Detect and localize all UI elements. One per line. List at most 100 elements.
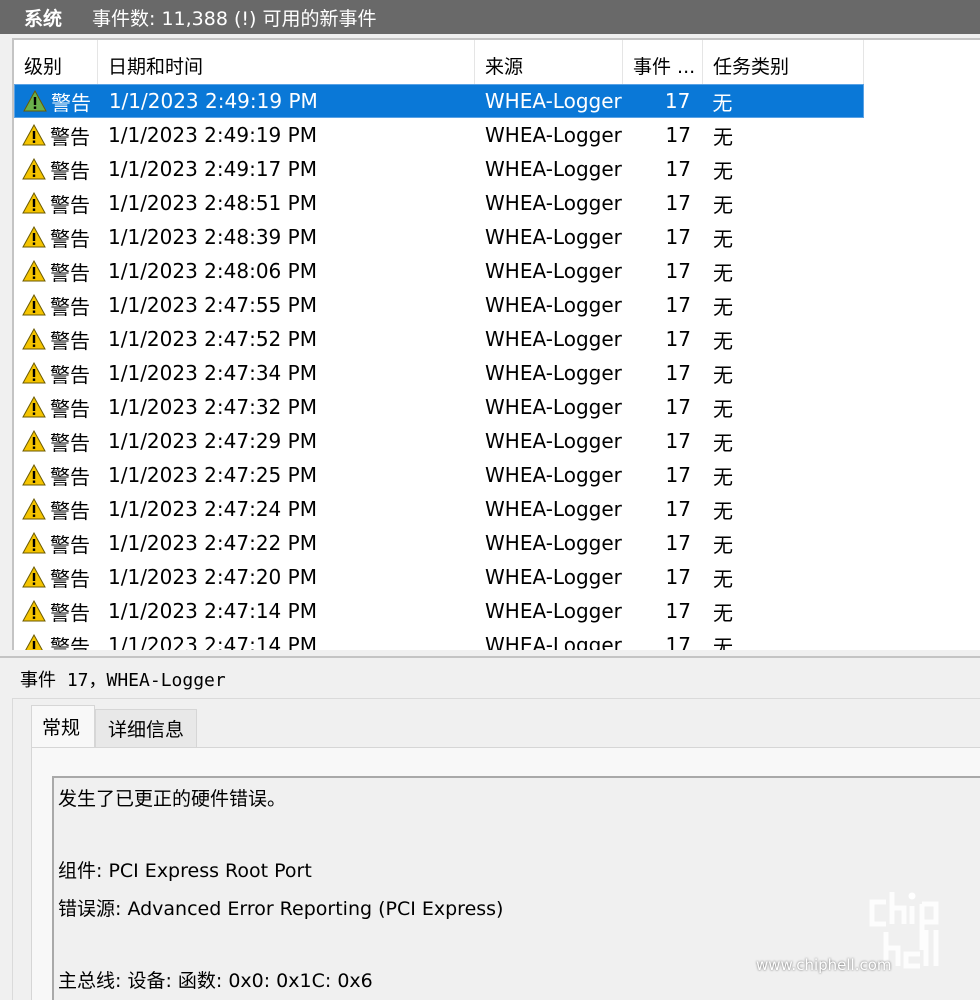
cell-level: 警告 — [14, 393, 98, 422]
warning-icon — [22, 430, 46, 452]
cell-level: 警告 — [14, 461, 98, 490]
cell-date: 1/1/2023 2:48:51 PM — [108, 191, 317, 215]
column-source[interactable]: 来源 — [475, 40, 623, 84]
table-row[interactable]: 警告 1/1/2023 2:47:29 PM WHEA-Logger 17 无 — [14, 424, 864, 458]
table-row[interactable]: 警告 1/1/2023 2:48:51 PM WHEA-Logger 17 无 — [14, 186, 864, 220]
cell-task: 无 — [713, 566, 733, 591]
cell-level: 警告 — [14, 495, 98, 524]
table-row[interactable]: 警告 1/1/2023 2:47:14 PM WHEA-Logger 17 无 — [14, 594, 864, 628]
column-date[interactable]: 日期和时间 — [98, 40, 475, 84]
cell-event-id: 17 — [665, 463, 691, 487]
cell-date: 1/1/2023 2:49:19 PM — [108, 89, 318, 113]
warning-icon — [25, 634, 43, 650]
table-row[interactable]: 警告 1/1/2023 2:49:19 PM WHEA-Logger 17 无 — [14, 84, 864, 118]
cell-task: 无 — [713, 532, 733, 557]
event-count: 事件数: 11,388 (!) 可用的新事件 — [92, 7, 377, 30]
cell-event-id: 17 — [665, 429, 691, 453]
event-log-titlebar: 系统 事件数: 11,388 (!) 可用的新事件 — [0, 0, 980, 34]
table-row[interactable]: 警告 1/1/2023 2:47:34 PM WHEA-Logger 17 无 — [14, 356, 864, 390]
warning-icon — [22, 464, 46, 486]
column-level[interactable]: 级别 — [14, 40, 98, 84]
level-text: 警告 — [50, 600, 90, 625]
cell-event-id: 17 — [665, 191, 691, 215]
detail-header: 事件 17，WHEA-Logger — [20, 666, 226, 692]
table-row[interactable]: 警告 1/1/2023 2:47:25 PM WHEA-Logger 17 无 — [14, 458, 864, 492]
warning-icon — [22, 124, 46, 146]
general-tab-body: 发生了已更正的硬件错误。 组件: PCI Express Root Port 错… — [31, 747, 980, 1000]
level-text: 警告 — [50, 294, 90, 319]
warning-icon — [23, 90, 47, 112]
table-row[interactable]: 警告 1/1/2023 2:49:19 PM WHEA-Logger 17 无 — [14, 118, 864, 152]
level-text: 警告 — [50, 226, 90, 251]
level-text: 警告 — [51, 90, 91, 115]
cell-date: 1/1/2023 2:47:52 PM — [108, 327, 317, 351]
log-name: 系统 — [24, 7, 63, 30]
level-text: 警告 — [50, 532, 90, 557]
warning-icon — [22, 600, 46, 622]
desc-error-source: 错误源: Advanced Error Reporting (PCI Expre… — [58, 898, 504, 920]
level-text: 警告 — [50, 192, 90, 217]
cell-source: WHEA-Logger — [485, 157, 622, 181]
table-row[interactable]: 警告 1/1/2023 2:49:17 PM WHEA-Logger 17 无 — [14, 152, 864, 186]
cell-task: 无 — [713, 294, 733, 319]
cell-event-id: 17 — [665, 633, 691, 650]
cell-task: 无 — [713, 464, 733, 489]
table-row[interactable]: 警告 1/1/2023 2:47:14 PM WHEA-Logger 17 无 — [14, 628, 864, 650]
cell-level: 警告 — [14, 427, 98, 456]
level-text: 警告 — [50, 328, 90, 353]
cell-event-id: 17 — [665, 531, 691, 555]
column-event-id[interactable]: 事件 ... — [623, 40, 703, 84]
table-row[interactable]: 警告 1/1/2023 2:48:06 PM WHEA-Logger 17 无 — [14, 254, 864, 288]
table-row[interactable]: 警告 1/1/2023 2:47:22 PM WHEA-Logger 17 无 — [14, 526, 864, 560]
level-text: 警告 — [50, 396, 90, 421]
cell-date: 1/1/2023 2:49:19 PM — [108, 123, 317, 147]
cell-event-id: 17 — [665, 361, 691, 385]
event-list[interactable]: 级别 日期和时间 来源 事件 ... 任务类别 警告 1/1/2023 2:49:… — [12, 38, 980, 650]
table-row[interactable]: 警告 1/1/2023 2:47:52 PM WHEA-Logger 17 无 — [14, 322, 864, 356]
cell-date: 1/1/2023 2:47:22 PM — [108, 531, 317, 555]
detail-container: 常规 详细信息 发生了已更正的硬件错误。 组件: PCI Express Roo… — [12, 698, 980, 1000]
desc-summary: 发生了已更正的硬件错误。 — [58, 788, 287, 810]
cell-task: 无 — [713, 362, 733, 387]
table-row[interactable]: 警告 1/1/2023 2:47:32 PM WHEA-Logger 17 无 — [14, 390, 864, 424]
cell-level: 警告 — [14, 291, 98, 320]
tab-details[interactable]: 详细信息 — [95, 709, 198, 747]
cell-date: 1/1/2023 2:49:17 PM — [108, 157, 317, 181]
cell-source: WHEA-Logger — [485, 497, 622, 521]
cell-level: 警告 — [14, 189, 98, 218]
cell-level: 警告 — [14, 563, 98, 592]
cell-source: WHEA-Logger — [484, 89, 622, 113]
cell-event-id: 17 — [665, 497, 691, 521]
detail-header-value: 17，WHEA-Logger — [56, 670, 226, 691]
cell-task: 无 — [713, 328, 733, 353]
tab-general[interactable]: 常规 — [31, 705, 96, 747]
column-task[interactable]: 任务类别 — [703, 40, 864, 84]
table-row[interactable]: 警告 1/1/2023 2:47:24 PM WHEA-Logger 17 无 — [14, 492, 864, 526]
level-text: 警告 — [50, 566, 90, 591]
table-row[interactable]: 警告 1/1/2023 2:48:39 PM WHEA-Logger 17 无 — [14, 220, 864, 254]
cell-level: 警告 — [14, 257, 98, 286]
level-text: 警告 — [50, 362, 90, 387]
cell-event-id: 17 — [665, 123, 691, 147]
cell-date: 1/1/2023 2:47:14 PM — [108, 633, 317, 650]
table-row[interactable]: 警告 1/1/2023 2:47:55 PM WHEA-Logger 17 无 — [14, 288, 864, 322]
cell-event-id: 17 — [665, 225, 691, 249]
cell-level: 警告 — [14, 597, 98, 626]
table-row[interactable]: 警告 1/1/2023 2:47:20 PM WHEA-Logger 17 无 — [14, 560, 864, 594]
cell-task: 无 — [713, 396, 733, 421]
cell-event-id: 17 — [665, 293, 691, 317]
cell-level: 警告 — [14, 121, 98, 150]
cell-source: WHEA-Logger — [485, 463, 622, 487]
cell-level: 警告 — [15, 87, 99, 116]
cell-source: WHEA-Logger — [485, 599, 622, 623]
cell-task: 无 — [712, 90, 733, 115]
cell-date: 1/1/2023 2:48:39 PM — [108, 225, 317, 249]
cell-event-id: 17 — [665, 327, 691, 351]
event-description[interactable]: 发生了已更正的硬件错误。 组件: PCI Express Root Port 错… — [52, 776, 980, 1000]
cell-level: 警告 — [14, 631, 98, 650]
detail-tabs: 常规 详细信息 — [31, 705, 198, 747]
event-detail-pane: 事件 17，WHEA-Logger 常规 详细信息 发生了已更正的硬件错误。 组… — [0, 656, 980, 1000]
cell-date: 1/1/2023 2:47:25 PM — [108, 463, 317, 487]
cell-event-id: 17 — [665, 157, 691, 181]
level-text: 警告 — [50, 158, 90, 183]
